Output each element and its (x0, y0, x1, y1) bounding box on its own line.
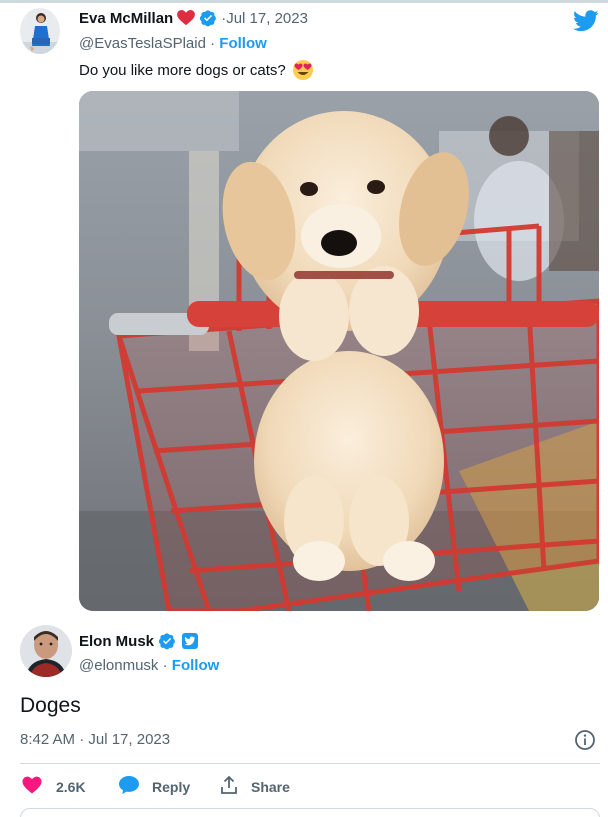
actions-top-divider (20, 763, 600, 764)
speech-bubble-icon (118, 775, 140, 800)
verified-badge-icon (158, 632, 176, 650)
info-icon[interactable] (574, 729, 596, 751)
quoted-follow-button[interactable]: Follow (219, 35, 267, 52)
main-author-row: Elon Musk (79, 632, 199, 650)
verified-badge-icon (199, 9, 217, 27)
reply-button[interactable]: Reply (118, 772, 190, 802)
reply-label: Reply (152, 779, 191, 795)
share-button[interactable]: Share (219, 772, 290, 802)
main-handle-row: @elonmusk · Follow (79, 657, 219, 674)
main-tweet-timestamp[interactable]: 8:42 AM · Jul 17, 2023 (20, 731, 170, 748)
quoted-tweet-text: Do you like more dogs or cats? (79, 61, 286, 79)
quoted-author-name[interactable]: Eva McMillan (79, 10, 173, 27)
elon-avatar[interactable] (20, 625, 72, 677)
heart-icon (22, 776, 42, 799)
like-button[interactable]: 2.6K (22, 772, 86, 802)
like-count: 2.6K (56, 779, 86, 795)
heart-eyes-emoji-icon (292, 59, 314, 81)
quoted-follow-separator: · (205, 35, 220, 52)
main-tweet-text: Doges (20, 694, 81, 717)
read-replies-box[interactable] (20, 808, 600, 817)
main-handle[interactable]: @elonmusk (79, 657, 158, 674)
puppy-photo[interactable] (79, 91, 599, 611)
share-label: Share (251, 779, 290, 795)
quoted-tweet-text-row: Do you like more dogs or cats? (79, 59, 314, 81)
main-author-name[interactable]: Elon Musk (79, 633, 154, 650)
quoted-handle-row: @EvasTeslaSPlaid · Follow (79, 35, 267, 52)
quoted-author-row: Eva McMillan · Jul 17, 2023 (79, 9, 308, 27)
red-heart-icon (177, 10, 196, 26)
twitter-bird-icon[interactable] (573, 10, 599, 32)
quoted-handle[interactable]: @EvasTeslaSPlaid (79, 35, 206, 52)
main-follow-button[interactable]: Follow (172, 657, 220, 674)
eva-avatar[interactable] (20, 8, 60, 54)
main-follow-separator: · (158, 657, 172, 674)
quoted-date[interactable]: Jul 17, 2023 (226, 10, 308, 27)
top-divider (0, 0, 608, 3)
twitter-square-icon (182, 633, 199, 649)
share-upload-icon (219, 775, 239, 800)
